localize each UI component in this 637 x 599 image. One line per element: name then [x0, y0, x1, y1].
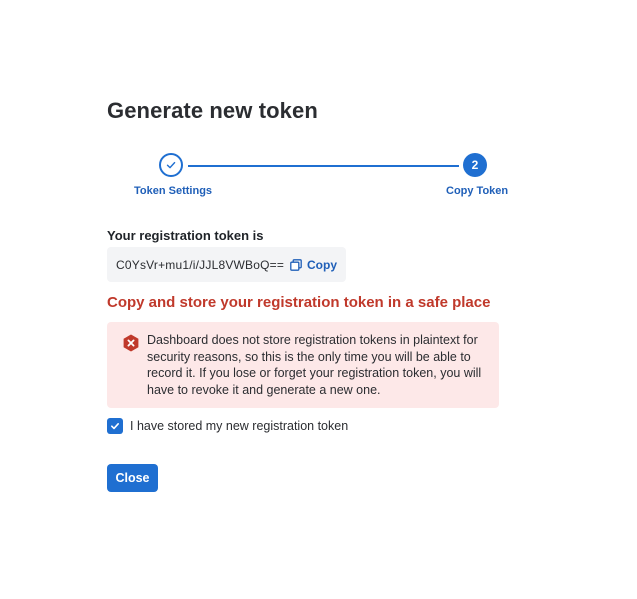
step-1-marker — [159, 153, 183, 177]
checkmark-icon — [111, 423, 119, 430]
token-value[interactable]: C0YsVr+mu1/i/JJL8VWBoQ== — [116, 258, 284, 272]
step-1-label: Token Settings — [134, 185, 213, 197]
check-icon — [166, 161, 176, 169]
error-octagon-icon — [123, 334, 139, 352]
copy-button-label: Copy — [307, 257, 337, 272]
warning-heading: Copy and store your registration token i… — [107, 294, 491, 311]
stored-token-checkbox-label[interactable]: I have stored my new registration token — [130, 419, 348, 433]
stored-token-checkbox[interactable] — [107, 418, 123, 434]
step-2-label: Copy Token — [446, 185, 509, 197]
page-title: Generate new token — [107, 98, 318, 123]
stepper: Token Settings 2 Copy Token — [107, 153, 509, 203]
generate-token-dialog: Generate new token Token Settings 2 Copy… — [0, 0, 637, 599]
stepper-progress-line — [188, 165, 459, 167]
stored-token-confirmation[interactable]: I have stored my new registration token — [107, 418, 348, 434]
alert-message: Dashboard does not store registration to… — [147, 333, 482, 397]
token-label: Your registration token is — [107, 228, 264, 243]
copy-icon — [290, 258, 302, 271]
close-button[interactable]: Close — [107, 464, 158, 492]
security-alert: Dashboard does not store registration to… — [107, 322, 499, 408]
copy-button[interactable]: Copy — [290, 247, 337, 282]
token-field: C0YsVr+mu1/i/JJL8VWBoQ== Copy — [107, 247, 346, 282]
step-2-marker: 2 — [463, 153, 487, 177]
